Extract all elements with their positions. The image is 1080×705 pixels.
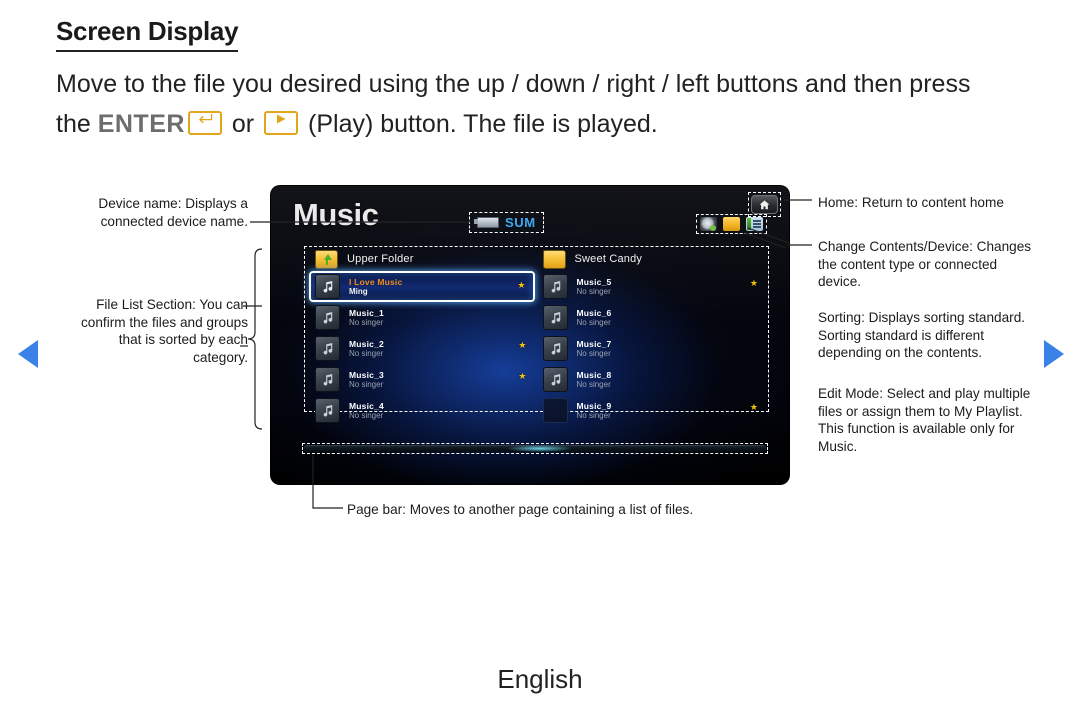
change-contents-device-icon[interactable] bbox=[723, 217, 740, 231]
manual-page: Screen Display Move to the file you desi… bbox=[0, 0, 1080, 705]
list-item[interactable]: Music_9 No singer ★ bbox=[537, 395, 769, 426]
list-item-title: Music_1 bbox=[349, 307, 384, 318]
list-item-meta: Music_8 No singer bbox=[577, 370, 612, 389]
play-key-icon bbox=[264, 111, 299, 135]
star-icon: ★ bbox=[749, 278, 758, 288]
list-item-meta: Music_1 No singer bbox=[349, 308, 384, 327]
music-note-icon bbox=[315, 398, 340, 423]
file-column-right: Sweet Candy Music_5 No singer ★ Music_6 … bbox=[537, 247, 769, 423]
file-list-section: Upper Folder I Love Music Ming ★ Music_1… bbox=[304, 246, 769, 423]
intro-paragraph: Move to the file you desired using the u… bbox=[56, 64, 1031, 144]
list-item-subtitle: No singer bbox=[349, 348, 384, 358]
list-item-meta: Music_9 No singer bbox=[577, 401, 612, 420]
star-icon: ★ bbox=[518, 371, 527, 381]
intro-or: or bbox=[224, 110, 262, 138]
star-icon: ★ bbox=[749, 402, 758, 412]
music-note-icon bbox=[542, 305, 568, 330]
enter-key-icon bbox=[187, 111, 222, 135]
intro-sentence-1: Move to the file you desired using the u… bbox=[56, 70, 971, 98]
list-item[interactable]: I Love Music Ming ★ bbox=[309, 271, 535, 302]
folder-name: Sweet Candy bbox=[574, 253, 643, 265]
folder-icon bbox=[542, 249, 566, 269]
list-item-title: Music_3 bbox=[349, 369, 384, 380]
folder-name: Upper Folder bbox=[347, 253, 414, 265]
page-bar-wrapper bbox=[302, 443, 768, 454]
next-page-arrow-icon[interactable] bbox=[1038, 338, 1066, 375]
sorting-icon[interactable] bbox=[700, 217, 717, 231]
list-item[interactable]: Music_3 No singer ★ bbox=[309, 364, 537, 395]
tv-screen-mockup: Music SUM Upper Folder I Love Music Ming… bbox=[271, 186, 789, 484]
star-icon: ★ bbox=[518, 340, 527, 350]
list-item-subtitle: Ming bbox=[349, 286, 368, 296]
list-item-meta: Music_5 No singer bbox=[577, 277, 612, 296]
list-item[interactable]: Music_1 No singer bbox=[309, 302, 537, 333]
tv-icon-group bbox=[696, 214, 767, 234]
list-item-subtitle: No singer bbox=[349, 379, 384, 389]
music-note-icon bbox=[542, 274, 568, 299]
folder-row[interactable]: Sweet Candy bbox=[537, 247, 769, 271]
list-item-meta: Music_4 No singer bbox=[349, 401, 384, 420]
list-item-title: Music_5 bbox=[576, 276, 612, 287]
enter-keyword: ENTER bbox=[97, 110, 185, 138]
page-bar[interactable] bbox=[304, 445, 766, 452]
list-item-title: Music_2 bbox=[349, 338, 384, 349]
footer-language: English bbox=[497, 664, 583, 694]
music-note-icon bbox=[315, 305, 340, 330]
list-item[interactable]: Music_2 No singer ★ bbox=[309, 333, 537, 364]
device-name-label: SUM bbox=[505, 215, 536, 230]
list-item-title: Music_8 bbox=[576, 369, 612, 380]
list-item-subtitle: No singer bbox=[576, 410, 611, 420]
list-item-meta: Music_6 No singer bbox=[577, 308, 612, 327]
list-item-meta: Music_3 No singer bbox=[349, 370, 384, 389]
home-icon bbox=[759, 200, 770, 209]
music-note-icon bbox=[542, 367, 568, 392]
music-note-icon bbox=[315, 274, 340, 299]
star-icon: ★ bbox=[517, 280, 526, 290]
list-item-subtitle: No singer bbox=[576, 379, 611, 389]
music-note-icon bbox=[542, 336, 568, 361]
list-item-subtitle: No singer bbox=[576, 317, 611, 327]
list-item-meta: Music_7 No singer bbox=[577, 339, 612, 358]
device-name-badge: SUM bbox=[469, 212, 544, 233]
page-title: Screen Display bbox=[56, 16, 239, 52]
callout-file-list: File List Section: You can confirm the f… bbox=[81, 297, 248, 365]
list-item[interactable]: Music_5 No singer ★ bbox=[537, 271, 769, 302]
list-item-title: Music_9 bbox=[576, 400, 612, 411]
intro-the: the bbox=[56, 110, 98, 138]
list-item-meta: I Love Music Ming bbox=[349, 277, 402, 296]
list-item-meta: Music_2 No singer bbox=[349, 339, 384, 358]
callout-edit-mode: Edit Mode: Select and play multiple file… bbox=[818, 386, 1031, 454]
callout-device-name: Device name: Displays a connected device… bbox=[98, 196, 248, 229]
list-item[interactable]: Music_7 No singer bbox=[537, 333, 769, 364]
callout-sorting: Sorting: Displays sorting standard. Sort… bbox=[818, 310, 1026, 360]
intro-sentence-2: (Play) button. The file is played. bbox=[301, 110, 658, 138]
previous-page-arrow-icon[interactable] bbox=[14, 338, 42, 375]
list-item-title: Music_7 bbox=[576, 338, 612, 349]
list-item-subtitle: No singer bbox=[349, 317, 384, 327]
home-button[interactable] bbox=[751, 195, 778, 214]
callout-page-bar: Page bar: Moves to another page containi… bbox=[347, 502, 694, 517]
list-item-subtitle: No singer bbox=[576, 348, 611, 358]
callout-change-contents: Change Contents/Device: Changes the cont… bbox=[818, 239, 1032, 289]
list-item[interactable]: Music_6 No singer bbox=[537, 302, 769, 333]
list-item-subtitle: No singer bbox=[576, 286, 611, 296]
folder-up-icon bbox=[315, 249, 338, 269]
list-item-title: Music_6 bbox=[576, 307, 612, 318]
blank-icon bbox=[542, 398, 568, 423]
tv-screen-title: Music bbox=[293, 197, 379, 232]
edit-mode-icon[interactable] bbox=[746, 217, 763, 231]
list-item-title: I Love Music bbox=[349, 276, 403, 287]
usb-device-icon bbox=[474, 217, 499, 228]
list-item[interactable]: Music_8 No singer bbox=[537, 364, 769, 395]
list-item-title: Music_4 bbox=[349, 400, 384, 411]
list-item-subtitle: No singer bbox=[349, 410, 384, 420]
file-column-left: Upper Folder I Love Music Ming ★ Music_1… bbox=[305, 247, 537, 423]
callout-home: Home: Return to content home bbox=[818, 195, 1004, 210]
list-item[interactable]: Music_4 No singer bbox=[309, 395, 537, 426]
folder-row[interactable]: Upper Folder bbox=[309, 247, 537, 271]
music-note-icon bbox=[315, 336, 340, 361]
music-note-icon bbox=[315, 367, 340, 392]
